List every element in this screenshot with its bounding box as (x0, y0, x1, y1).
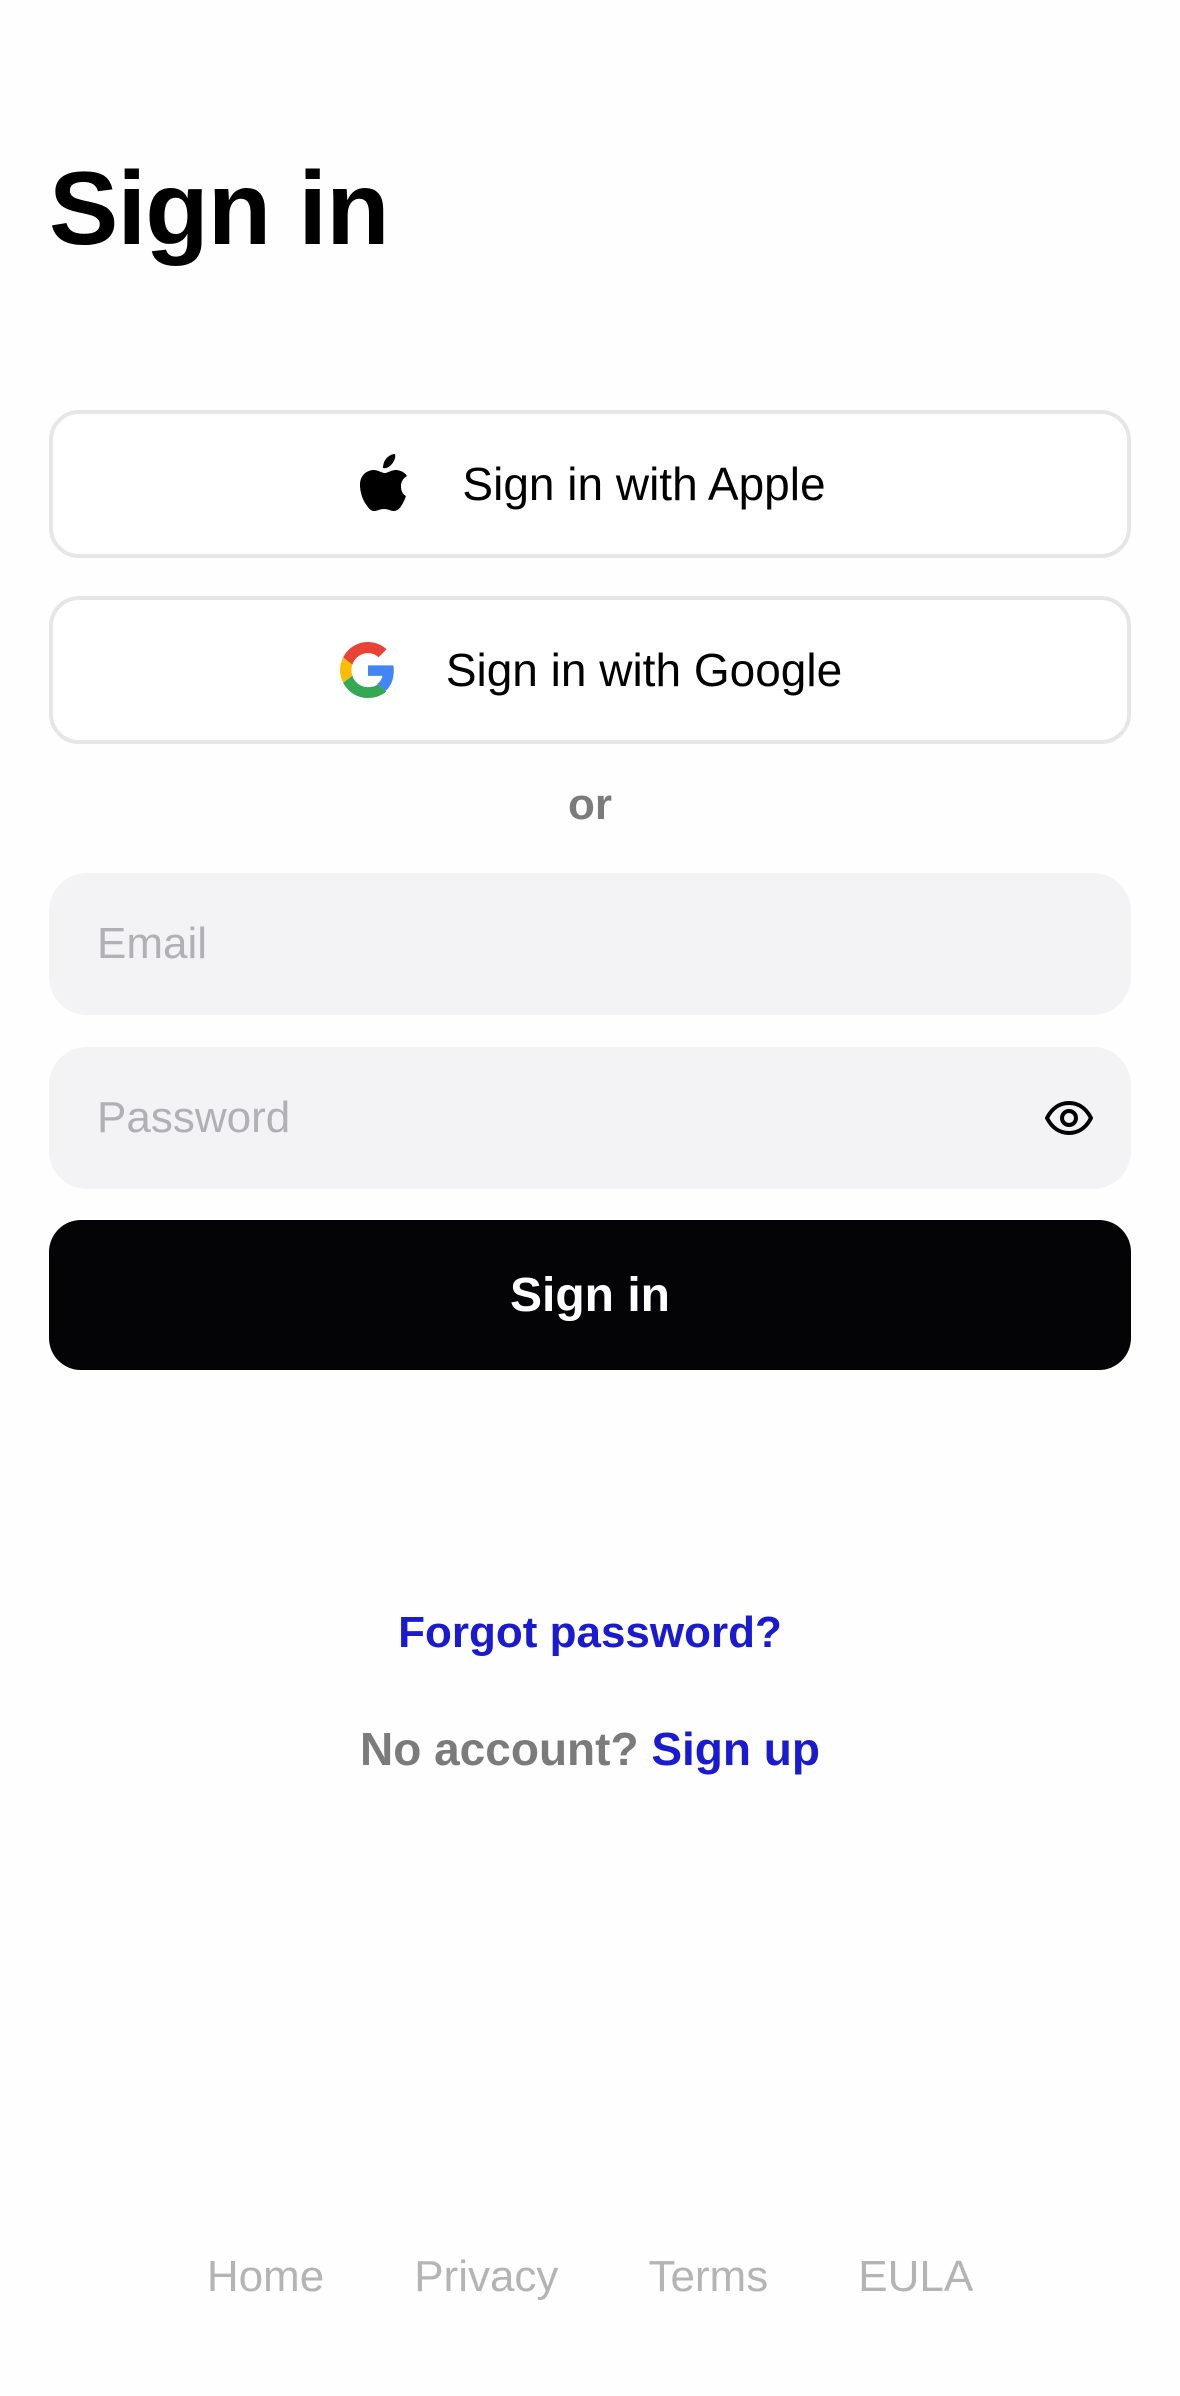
forgot-password-link[interactable]: Forgot password? (398, 1608, 782, 1657)
page-title: Sign in (49, 151, 390, 267)
password-field[interactable] (49, 1047, 1131, 1189)
email-field[interactable] (49, 873, 1131, 1015)
footer-link-eula[interactable]: EULA (858, 2252, 973, 2302)
sign-in-with-google-label: Sign in with Google (445, 644, 843, 696)
sign-up-link[interactable]: Sign up (651, 1723, 820, 1775)
sign-in-with-apple-label: Sign in with Apple (462, 458, 826, 510)
password-input[interactable] (49, 1047, 1039, 1189)
eye-icon[interactable] (1039, 1088, 1099, 1148)
no-account-text: No account? (360, 1723, 639, 1775)
apple-logo-icon (354, 454, 414, 514)
google-logo-icon (338, 640, 398, 700)
sign-in-button[interactable]: Sign in (49, 1220, 1131, 1370)
sign-up-row: No account? Sign up (0, 1722, 1180, 1776)
sign-in-screen: Sign in Sign in with Apple Sign in with … (0, 0, 1180, 2396)
forgot-password-row: Forgot password? (0, 1608, 1180, 1658)
footer-link-home[interactable]: Home (207, 2252, 324, 2302)
footer-link-terms[interactable]: Terms (648, 2252, 768, 2302)
footer-link-privacy[interactable]: Privacy (414, 2252, 558, 2302)
sign-in-with-google-button[interactable]: Sign in with Google (49, 596, 1131, 744)
email-input[interactable] (49, 873, 1131, 1015)
sign-in-with-apple-button[interactable]: Sign in with Apple (49, 410, 1131, 558)
footer-nav: Home Privacy Terms EULA (0, 2252, 1180, 2302)
or-divider: or (568, 780, 612, 829)
